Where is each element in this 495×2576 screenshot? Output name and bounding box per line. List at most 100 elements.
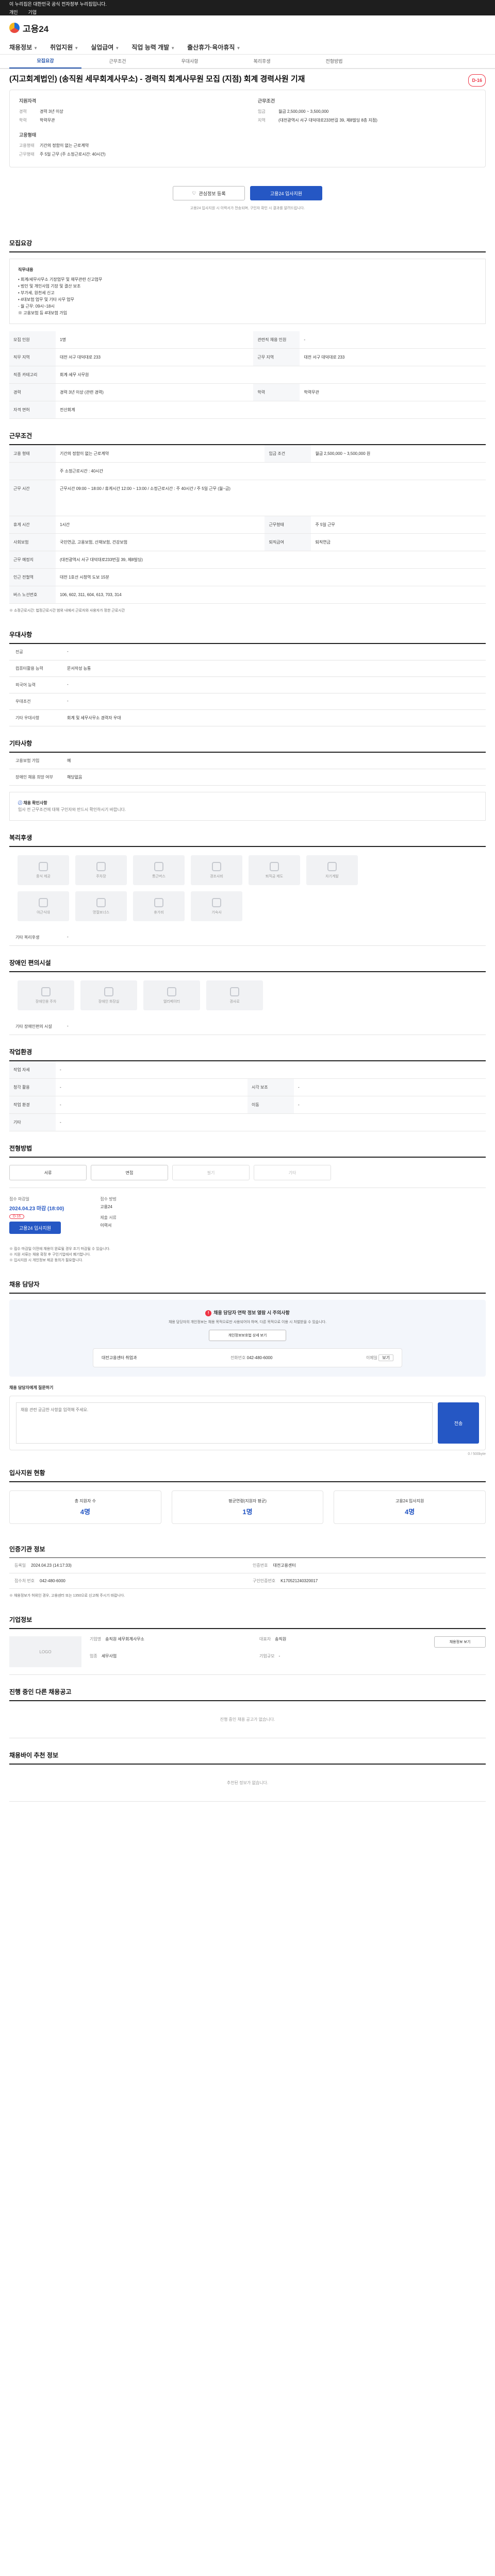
table-row: 버스 노선번호 106, 602, 311, 604, 613, 703, 314 <box>9 586 486 604</box>
tab-method[interactable]: 전형방법 <box>298 55 370 68</box>
welfare-section: 복리후생 중식 제공 주차장 통근버스 경조사비 퇴직금 제도 자기계발 야근식… <box>9 833 486 946</box>
job-header: (지고회계법인) (송직원 세무회계사무소) - 경력직 회계사무원 모집 (지… <box>9 69 486 226</box>
worksite-section: 작업환경 작업 자세 - 청각 활용 - 시각 보조 - 작업 환경 - 이동 - 기타 - <box>9 1047 486 1131</box>
welfare-item: 통근버스 <box>133 855 185 885</box>
method-document: 서류 <box>9 1165 87 1180</box>
stat-card: 총 지원자 수 4명 <box>9 1490 161 1524</box>
nav-item-unemployment[interactable]: 실업급여 ▼ <box>91 43 119 52</box>
logo-icon[interactable] <box>9 23 20 33</box>
table-row: 기타 장애인편의 시설 - <box>9 1019 486 1035</box>
conditions-table: 고용 형태 기간의 정함이 없는 근로계약 임금 조건 월급 2,500,000 ~ … <box>9 445 486 604</box>
stat-card: 고용24 입사지원 4명 <box>334 1490 486 1524</box>
nav-item-leave[interactable]: 출산휴가·육아휴직 ▼ <box>187 43 240 52</box>
recruit-section: 모집요강 직무내용 • 회계/세무사무소 기장업무 및 재무관련 신고업무 • 법… <box>9 239 486 419</box>
book-icon <box>327 861 337 871</box>
dday-badge: D-16 <box>9 1214 25 1219</box>
table-row: 작업 자세 - <box>9 1061 486 1079</box>
email-view-button[interactable]: 보기 <box>378 1354 393 1361</box>
apply-button-2[interactable]: 고용24 입사지원 <box>9 1222 61 1234</box>
table-row: 인근 전철역 대전 1호선 시청역 도보 15분 <box>9 568 486 586</box>
chevron-down-icon: ▼ <box>34 46 38 50</box>
table-row: 전공 - <box>9 644 486 660</box>
welfare-item: 야근식대 <box>18 891 69 921</box>
table-row: 고용보험 가입 예 <box>9 753 486 769</box>
gift-icon <box>212 861 221 871</box>
pension-icon <box>270 861 279 871</box>
facility-item: 엘리베이터 <box>143 980 200 1010</box>
chevron-down-icon: ▼ <box>236 46 241 50</box>
phone-number: 042-480-6000 <box>246 1355 273 1360</box>
job-summary: 지원자격 경력 경력 3년 이상 학력 학력무관 고용형태 고용형태 기간의 정함이 … <box>9 90 486 167</box>
alert-icon: ! <box>205 1310 212 1316</box>
nav-item-jobs[interactable]: 채용정보 ▼ <box>9 43 38 52</box>
house-icon <box>212 897 221 907</box>
welfare-item: 명절보너스 <box>75 891 127 921</box>
recommend-section: 채용바이 추천 정보 추천된 정보가 없습니다. <box>9 1751 486 1802</box>
method-interview: 면접 <box>91 1165 168 1180</box>
apply-button[interactable]: 고용24 입사지원 <box>250 186 322 200</box>
vacation-icon <box>154 897 163 907</box>
info-icon: ⓘ <box>18 801 24 805</box>
chevron-down-icon: ▼ <box>74 46 79 50</box>
table-row: 장애인 채용 희망 여부 해당없음 <box>9 769 486 786</box>
save-interest-button[interactable]: ♡ 관심정보 등록 <box>173 186 245 200</box>
conditions-section: 근무조건 고용 형태 기간의 정함이 없는 근로계약 임금 조건 월급 2,500,0… <box>9 431 486 618</box>
summary-employment-title: 고용형태 <box>19 132 37 138</box>
nav-item-training[interactable]: 직업 능력 개발 ▼ <box>131 43 175 52</box>
disabled-section: 장애인 편의시설 장애인용 주차 장애인 화장실 엘리베이터 경사로 기타 장애… <box>9 958 486 1035</box>
dday-badge: D-16 <box>468 74 486 87</box>
table-row: 근무 예정지 (대전광역시 서구 대덕대로233번길 39, 제8빌딩) <box>9 551 486 569</box>
table-row: 고용 형태 기간의 정함이 없는 근로계약 임금 조건 월급 2,500,000 ~ … <box>9 445 486 463</box>
link-personal[interactable]: 개인 <box>9 9 18 15</box>
table-row: 자격 면허 전산회계 <box>9 401 486 419</box>
deadline: 2024.04.23 마감 (18:00) <box>9 1206 64 1212</box>
table-row: 외국어 능력 - <box>9 677 486 693</box>
company-jobs-button[interactable]: 채용정보 보기 <box>434 1636 486 1648</box>
heart-icon: ♡ <box>192 190 196 196</box>
privacy-detail-button[interactable]: 개인정보보호법 상세 보기 <box>209 1330 286 1341</box>
welfare-item: 경조사비 <box>191 855 242 885</box>
link-business[interactable]: 기업 <box>28 9 37 15</box>
detail-tabs: 모집요강 근무조건 우대사항 복리후생 전형방법 <box>0 55 495 69</box>
gov-banner-text: 이 누리집은 대한민국 공식 전자정부 누리집입니다. <box>9 1 107 7</box>
summary-conditions-title: 근무조건 <box>258 98 275 104</box>
section-title: 모집요강 <box>9 239 486 252</box>
company-logo: LOGO <box>9 1636 81 1667</box>
info-icon-title: ⓘ 채용 확인사항 <box>18 801 47 805</box>
other-jobs-section: 진행 중인 다른 채용공고 진행 중인 채용 공고가 없습니다. <box>9 1687 486 1738</box>
welfare-item: 휴가비 <box>133 891 185 921</box>
send-question-button[interactable]: 전송 <box>438 1402 479 1444</box>
nav-item-employment[interactable]: 취업지원 ▼ <box>50 43 78 52</box>
method-section: 전형방법 서류 면접 필기 기타 접수 마감일 2024.04.23 마감 (1… <box>9 1144 486 1267</box>
table-row: 사회보험 국민연금, 고용보험, 산재보험, 건강보험 퇴직급여 퇴직연금 <box>9 533 486 551</box>
site-logo[interactable]: 고용24 <box>23 22 48 35</box>
parking-icon <box>96 861 106 871</box>
method-etc: 기타 <box>254 1165 331 1180</box>
bonus-icon <box>96 897 106 907</box>
summary-qualification-title: 지원자격 <box>19 98 37 104</box>
tab-welfare[interactable]: 복리후생 <box>226 55 298 68</box>
tab-conditions[interactable]: 근무조건 <box>81 55 154 68</box>
table-row: 직종 카테고리 회계·세무 사무원 <box>9 366 486 384</box>
site-header: 고용24 <box>0 15 495 40</box>
elevator-icon <box>167 987 176 996</box>
stats-section: 입사지원 현황 총 지원자 수 4명 평균연령(지원자 평균) 1명 고용24 입사… <box>9 1468 486 1532</box>
welfare-item: 자기계발 <box>306 855 358 885</box>
table-row: 주 소정근로시간 : 40시간 <box>9 462 486 480</box>
stat-card: 평균연령(지원자 평균) 1명 <box>171 1490 324 1524</box>
method-written: 필기 <box>172 1165 250 1180</box>
tab-prefer[interactable]: 우대사항 <box>154 55 226 68</box>
agency-section: 인증기관 정보 등록일 2024.04.23 (14:17:33) 인증번호 대전고… <box>9 1545 486 1603</box>
facility-item: 장애인 화장실 <box>80 980 137 1010</box>
facility-item: 장애인용 주차 <box>18 980 74 1010</box>
job-title: (지고회계법인) (송직원 세무회계사무소) - 경력직 회계사무원 모집 (지… <box>9 74 486 87</box>
table-row: 기타 우대사항 회계 및 세무사무소 경력자 우대 <box>9 710 486 726</box>
welfare-item: 퇴직금 제도 <box>249 855 300 885</box>
chevron-down-icon: ▼ <box>115 46 120 50</box>
contact-section: 채용 담당자 ! 채용 담당자 연락 정보 열람 시 주의사항 채용 담당자의 개… <box>9 1280 486 1456</box>
recruit-table: 모집 인원 1명 관련직 채용 인원 - 직무 지역 대전 서구 대덕대로 233 근무 … <box>9 331 486 419</box>
tab-recruit[interactable]: 모집요강 <box>9 54 81 69</box>
food-icon <box>39 897 48 907</box>
restroom-icon <box>104 987 113 996</box>
question-input[interactable] <box>16 1402 433 1444</box>
